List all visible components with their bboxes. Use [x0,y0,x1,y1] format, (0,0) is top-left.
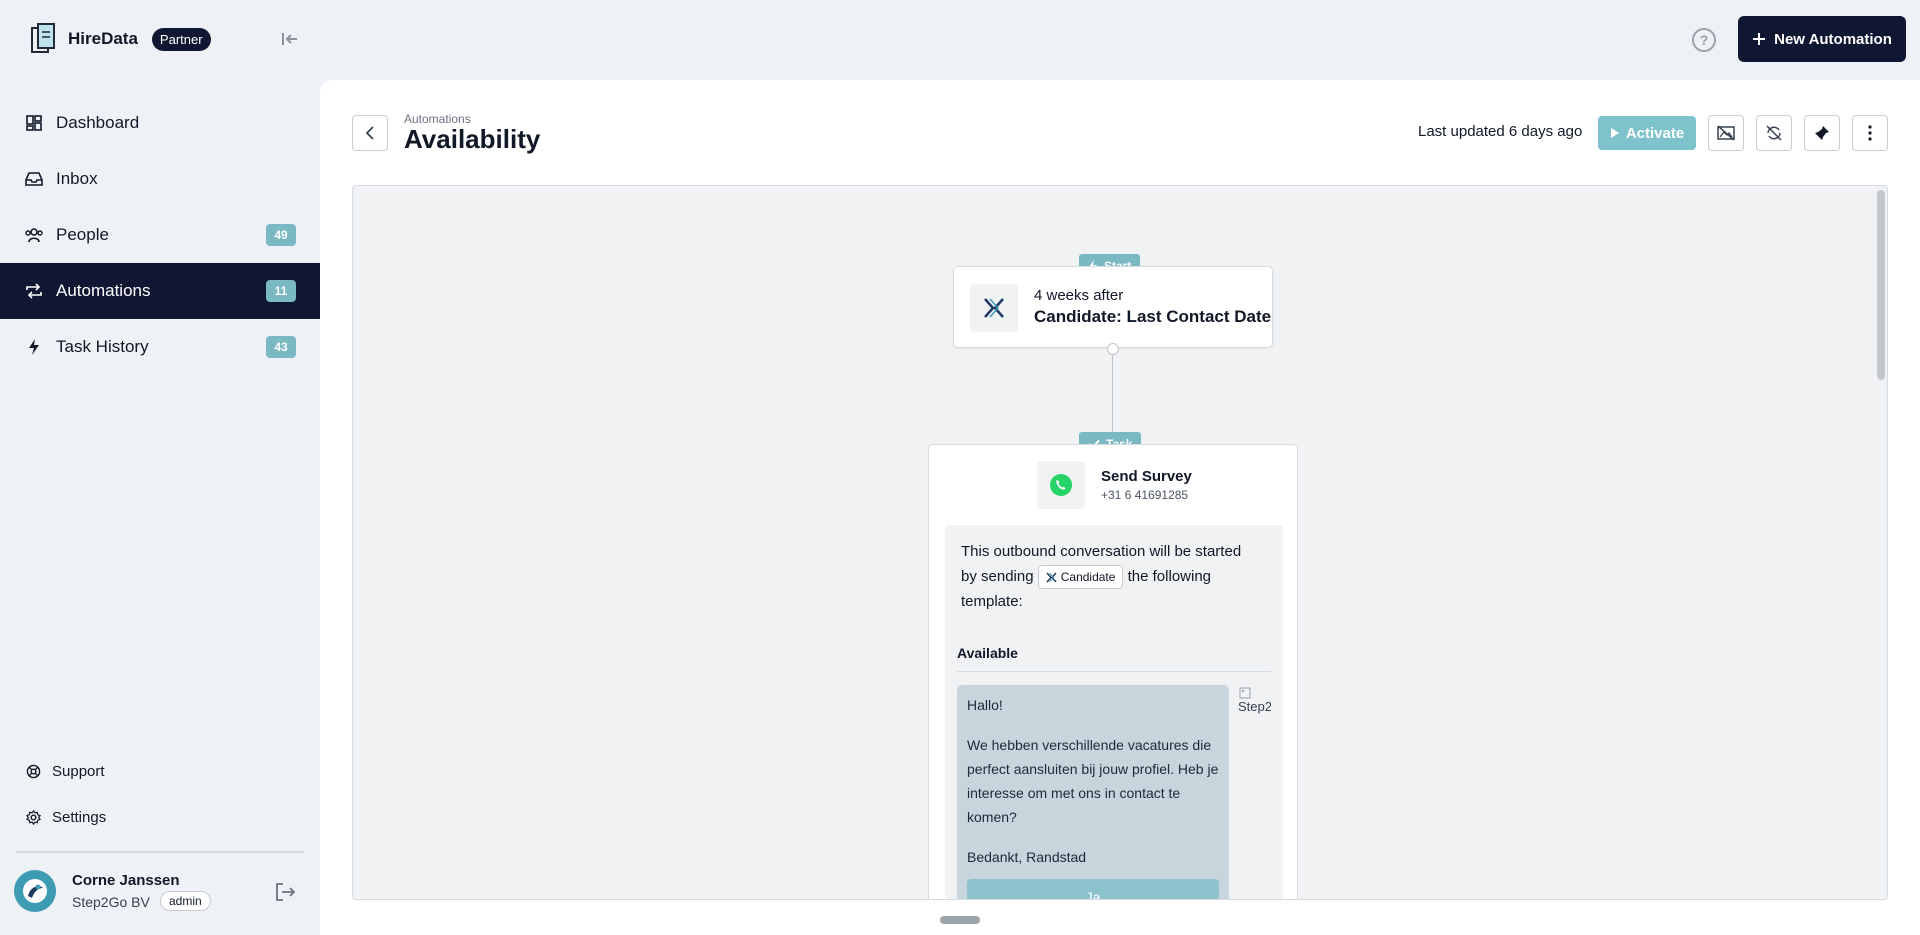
disable-sync-button[interactable] [1756,115,1792,151]
sidebar-item-label: Task History [56,337,149,356]
user-profile: Corne Janssen Step2Go BV admin [14,870,304,916]
whatsapp-icon [1037,461,1085,509]
more-vertical-icon [1868,125,1872,141]
image-off-icon [1717,125,1735,141]
logout-icon [276,883,296,901]
activate-button[interactable]: Activate [1598,116,1696,150]
grid-icon [24,113,44,133]
trigger-logo-icon [970,284,1018,332]
sidebar-item-label: People [56,225,109,244]
start-node-title: Candidate: Last Contact Date [1034,307,1272,326]
lifebuoy-icon [24,762,42,780]
start-node-card[interactable]: 4 weeks after Candidate: Last Contact Da… [953,266,1273,348]
user-company: Step2Go BV [72,894,150,910]
message-body: We hebben verschillende vacatures die pe… [967,737,1219,825]
sidebar-item-label: Automations [56,281,151,300]
connector-handle[interactable] [1107,343,1119,355]
sidebar: HireData Partner Dashboard Inbox People [0,0,320,935]
support-label: Support [52,762,105,780]
gear-icon [24,808,42,826]
inbox-icon [24,169,44,189]
people-count-badge: 49 [266,224,296,246]
play-icon [1610,128,1619,138]
task-node-card[interactable]: Send Survey +31 6 41691285 This outbound… [928,444,1298,899]
people-icon [24,225,44,245]
plus-icon [1753,33,1766,45]
task-title: Send Survey [1101,468,1192,485]
user-name: Corne Janssen [72,872,180,889]
sidebar-item-support[interactable]: Support [0,748,320,794]
sidebar-item-inbox[interactable]: Inbox [0,151,320,207]
sidebar-item-label: Dashboard [56,113,140,132]
partner-badge: Partner [151,27,211,51]
new-automation-label: New Automation [1774,30,1892,48]
sidebar-bottom-links: Support Settings [0,748,320,840]
role-badge: admin [160,891,211,911]
sidebar-item-automations[interactable]: Automations 11 [0,263,320,319]
logout-button[interactable] [272,880,298,904]
candidate-chip: Candidate [1037,565,1124,590]
sidebar-divider [16,851,304,853]
reply-button-ja[interactable]: Ja [967,879,1219,899]
task-body: This outbound conversation will be start… [945,525,1283,899]
collapse-sidebar-button[interactable] [278,28,302,50]
more-options-button[interactable] [1852,115,1888,151]
hiredata-logo-icon [31,23,55,53]
repeat-icon [24,281,44,301]
image-alt-text: Step2Go [1238,699,1271,714]
settings-label: Settings [52,808,107,826]
candidate-logo-icon [1046,572,1057,583]
message-preview: Hallo! We hebben verschillende vacatures… [957,685,1229,899]
help-button[interactable]: ? [1692,28,1716,52]
pin-button[interactable] [1804,115,1840,151]
app-name: HireData [68,29,138,48]
back-button[interactable] [352,115,388,151]
bolt-icon [24,337,44,357]
message-greeting: Hallo! [967,697,1003,713]
canvas-scrollbar-thumb[interactable] [1877,190,1885,380]
sidebar-nav: Dashboard Inbox People 49 Automations 11 [0,95,320,375]
new-automation-button[interactable]: New Automation [1738,16,1906,62]
task-history-count-badge: 43 [266,336,296,358]
message-signoff: Bedankt, Randstad [967,849,1087,865]
chevron-left-icon [365,126,374,140]
automations-count-badge: 11 [266,280,296,302]
pin-icon [1815,126,1829,140]
sync-off-icon [1766,125,1782,141]
collapse-icon [282,33,297,45]
broken-image-icon [1239,687,1251,699]
help-icon: ? [1699,32,1709,48]
brand[interactable]: HireData Partner [30,20,211,58]
sidebar-item-dashboard[interactable]: Dashboard [0,95,320,151]
sidebar-item-task-history[interactable]: Task History 43 [0,319,320,375]
task-description: This outbound conversation will be start… [961,543,1242,611]
broken-image: Step2Go [1237,687,1271,727]
activate-label: Activate [1625,124,1685,142]
sidebar-item-label: Inbox [56,169,98,188]
task-phone: +31 6 41691285 [1101,488,1189,502]
start-node-subtitle: 4 weeks after [1034,287,1124,304]
resize-handle[interactable] [940,916,980,924]
page-title: Availability [404,124,541,154]
avatar[interactable] [14,870,56,912]
last-updated-text: Last updated 6 days ago [1418,123,1583,140]
template-name: Available [957,645,1018,661]
flow-canvas[interactable]: Start 4 weeks after Candidate: Last Cont… [352,185,1888,900]
template-divider [957,671,1271,672]
main-panel: Automations Availability Last updated 6 … [320,80,1920,935]
sidebar-item-settings[interactable]: Settings [0,794,320,840]
hide-preview-button[interactable] [1708,115,1744,151]
sidebar-item-people[interactable]: People 49 [0,207,320,263]
